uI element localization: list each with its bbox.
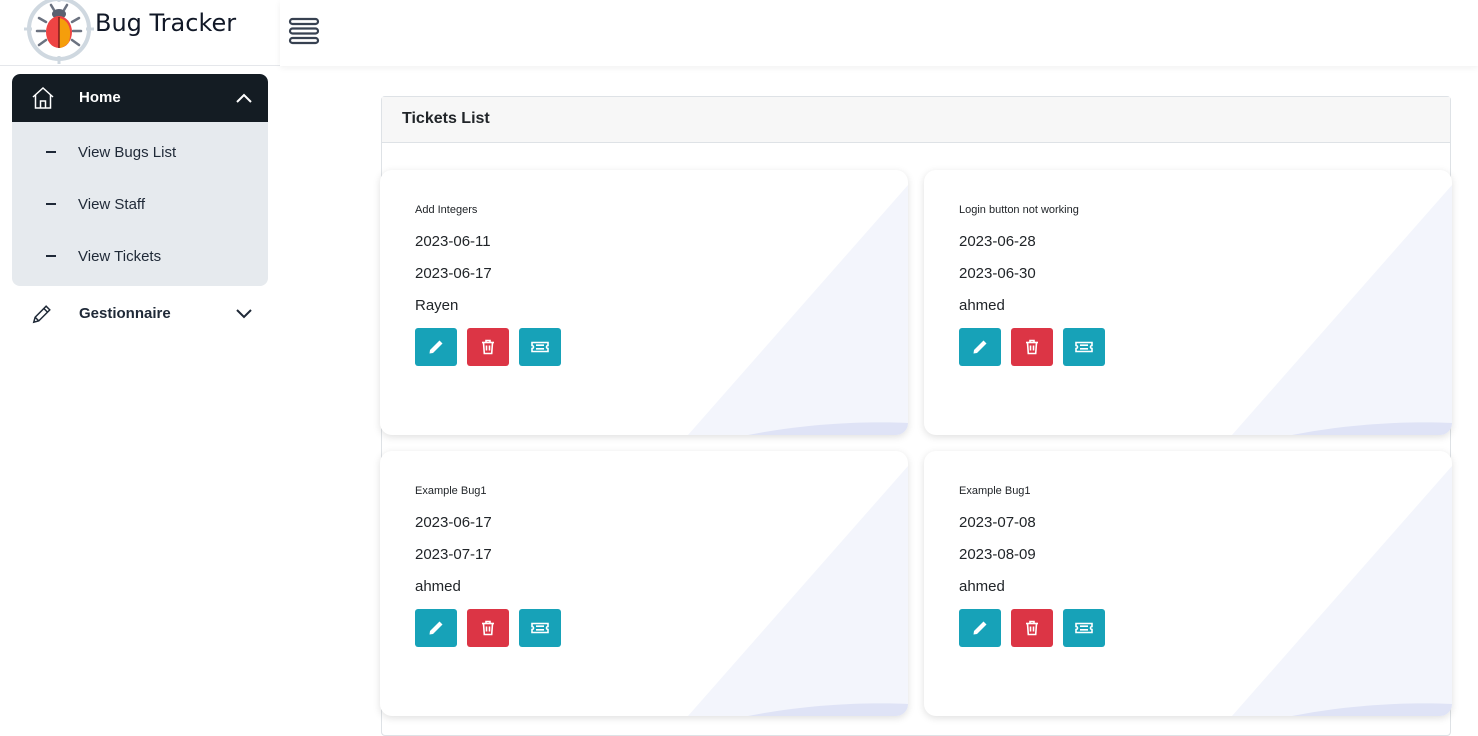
bug-logo-icon <box>24 0 94 64</box>
trash-icon <box>482 339 494 355</box>
app-title: Bug Tracker <box>95 9 237 37</box>
sidebar-item-home[interactable]: Home <box>12 74 268 122</box>
trash-icon <box>1026 620 1038 636</box>
sidebar-group-home: Home View Bugs List View Staff View Tick… <box>12 74 268 286</box>
card-decoration <box>1232 466 1452 716</box>
card-decoration <box>688 185 908 435</box>
delete-button[interactable] <box>1011 609 1053 647</box>
sidebar-item-view-staff[interactable]: View Staff <box>12 178 268 230</box>
sidebar-item-view-bugs-list[interactable]: View Bugs List <box>12 126 268 178</box>
hamburger-icon[interactable] <box>288 15 320 47</box>
ticket-icon <box>531 622 549 634</box>
ticket-end-date: 2023-06-17 <box>415 265 492 282</box>
edit-button[interactable] <box>959 609 1001 647</box>
ticket-card: Example Bug1 2023-07-08 2023-08-09 ahmed <box>924 451 1452 716</box>
ticket-icon <box>531 341 549 353</box>
ticket-icon <box>1075 622 1093 634</box>
sidebar-item-view-tickets[interactable]: View Tickets <box>12 230 268 282</box>
topbar <box>280 0 1478 66</box>
delete-button[interactable] <box>467 609 509 647</box>
ticket-icon <box>1075 341 1093 353</box>
ticket-start-date: 2023-06-11 <box>415 233 491 250</box>
ticket-start-date: 2023-07-08 <box>959 514 1036 531</box>
ticket-title: Example Bug1 <box>959 485 1031 497</box>
sidebar-item-gestionnaire[interactable]: Gestionnaire <box>12 290 268 338</box>
sidebar-item-label: View Bugs List <box>78 144 177 161</box>
ticket-title: Login button not working <box>959 204 1079 216</box>
ticket-user: ahmed <box>415 578 461 595</box>
dash-icon <box>46 151 56 153</box>
ticket-button[interactable] <box>1063 609 1105 647</box>
ticket-end-date: 2023-06-30 <box>959 265 1036 282</box>
ticket-user: ahmed <box>959 297 1005 314</box>
ticket-end-date: 2023-07-17 <box>415 546 492 563</box>
chevron-up-icon[interactable] <box>236 91 252 105</box>
pencil-icon <box>973 340 987 354</box>
brand: Bug Tracker <box>0 0 280 66</box>
ticket-user: ahmed <box>959 578 1005 595</box>
trash-icon <box>1026 339 1038 355</box>
delete-button[interactable] <box>1011 328 1053 366</box>
edit-button[interactable] <box>415 609 457 647</box>
ticket-card: Add Integers 2023-06-11 2023-06-17 Rayen <box>380 170 908 435</box>
ticket-button[interactable] <box>519 609 561 647</box>
delete-button[interactable] <box>467 328 509 366</box>
ticket-start-date: 2023-06-28 <box>959 233 1036 250</box>
ticket-start-date: 2023-06-17 <box>415 514 492 531</box>
ticket-user: Rayen <box>415 297 459 314</box>
panel-title: Tickets List <box>382 97 1450 143</box>
ticket-button[interactable] <box>519 328 561 366</box>
dash-icon <box>46 203 56 205</box>
pencil-icon <box>32 305 51 324</box>
ticket-card: Example Bug1 2023-06-17 2023-07-17 ahmed <box>380 451 908 716</box>
sidebar-item-label: View Tickets <box>78 248 162 265</box>
pencil-icon <box>429 621 443 635</box>
edit-button[interactable] <box>415 328 457 366</box>
sidebar-item-gestionnaire-label: Gestionnaire <box>79 305 171 322</box>
ticket-title: Add Integers <box>415 204 478 216</box>
ticket-button[interactable] <box>1063 328 1105 366</box>
card-decoration <box>688 466 908 716</box>
trash-icon <box>482 620 494 636</box>
dash-icon <box>46 255 56 257</box>
chevron-down-icon[interactable] <box>236 307 252 321</box>
pencil-icon <box>429 340 443 354</box>
ticket-card: Login button not working 2023-06-28 2023… <box>924 170 1452 435</box>
ticket-end-date: 2023-08-09 <box>959 546 1036 563</box>
home-icon <box>32 86 54 109</box>
sidebar-item-label: View Staff <box>78 196 145 213</box>
ticket-title: Example Bug1 <box>415 485 487 497</box>
edit-button[interactable] <box>959 328 1001 366</box>
pencil-icon <box>973 621 987 635</box>
sidebar: Bug Tracker Home View Bugs List View Sta… <box>0 0 280 724</box>
card-decoration <box>1232 185 1452 435</box>
sidebar-item-home-label: Home <box>79 89 121 106</box>
